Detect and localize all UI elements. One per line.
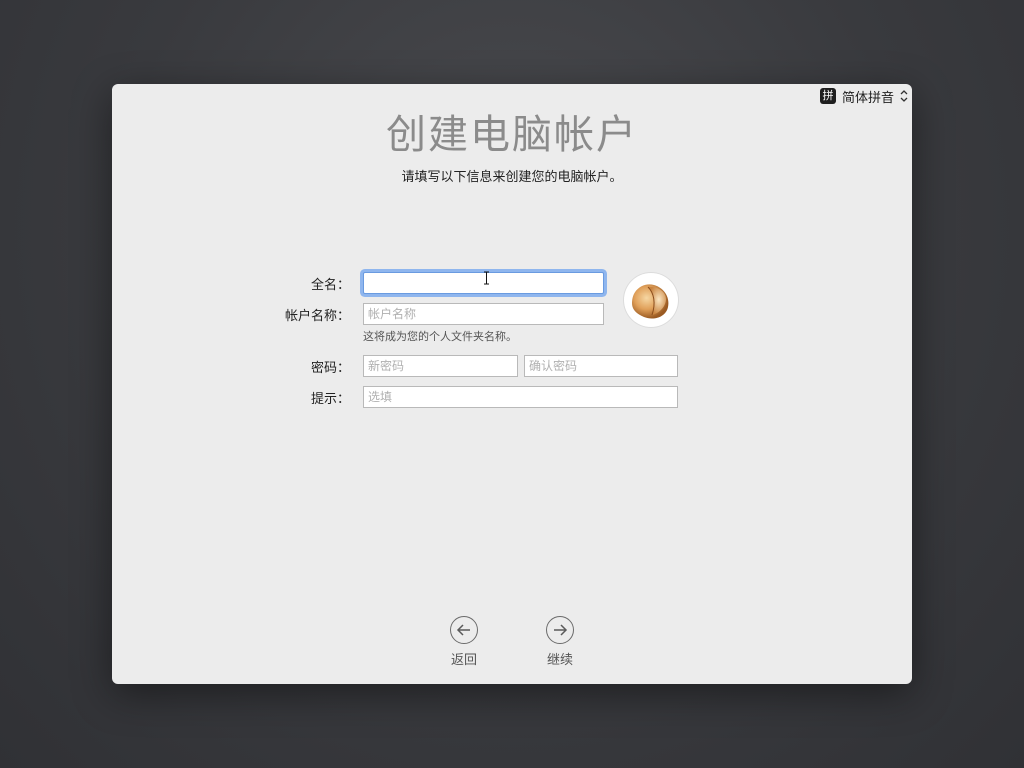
- full-name-label: 全名：: [310, 278, 350, 293]
- page-title: 创建电脑帐户: [386, 112, 638, 158]
- account-name-label: 帐户名称：: [284, 309, 350, 324]
- fortune-cookie-icon: [632, 284, 669, 319]
- new-password-field[interactable]: [363, 355, 518, 377]
- continue-button[interactable]: 继续: [530, 616, 590, 668]
- arrow-left-circle-icon: [450, 616, 478, 644]
- continue-label: 继续: [546, 653, 573, 668]
- password-label: 密码：: [310, 361, 350, 376]
- arrow-right-circle-icon: [546, 616, 574, 644]
- page-subtitle: 请填写以下信息来创建您的电脑帐户。: [401, 170, 623, 185]
- text-cursor-icon: [484, 271, 489, 285]
- user-avatar[interactable]: [624, 273, 678, 327]
- password-hint-field[interactable]: [363, 386, 678, 408]
- password-hint-label: 提示：: [310, 392, 350, 407]
- account-name-hint: 这将成为您的个人文件夹名称。: [363, 330, 517, 343]
- account-name-field[interactable]: [363, 303, 604, 325]
- back-button[interactable]: 返回: [434, 616, 494, 668]
- confirm-password-field[interactable]: [524, 355, 678, 377]
- chevron-updown-icon: [900, 90, 908, 102]
- back-label: 返回: [450, 653, 477, 668]
- setup-window: 拼 简体拼音 创建电脑帐户 请填写以下信息来创建您的电脑帐户。 全名： 帐户名称…: [112, 84, 912, 684]
